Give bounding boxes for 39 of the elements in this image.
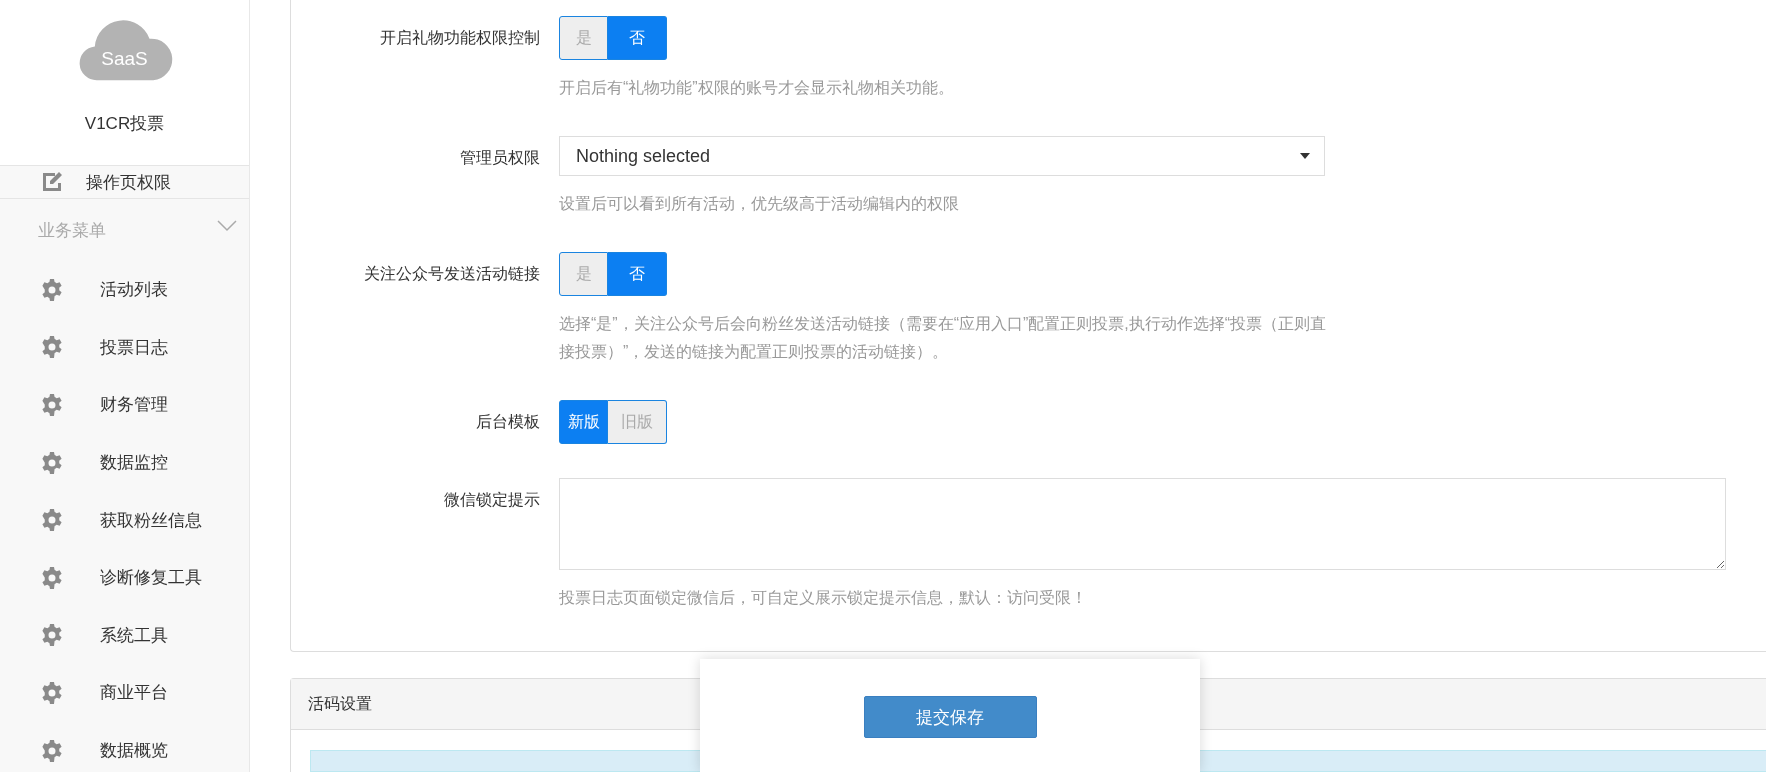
field-label: 管理员权限 <box>459 148 541 168</box>
toggle-option[interactable]: 否 <box>608 16 667 60</box>
app-name: V1CR投票 <box>84 113 165 135</box>
help-text: 开启后有“礼物功能”权限的账号才会显示礼物相关功能。 <box>559 78 955 98</box>
chevron-down-icon[interactable] <box>217 220 237 232</box>
menu-item[interactable]: 系统工具 <box>100 623 168 647</box>
gear-icon <box>40 623 64 648</box>
menu-item[interactable]: 投票日志 <box>100 335 168 359</box>
panel-title: 活码设置 <box>308 693 372 714</box>
select-field[interactable]: Nothing selected <box>559 136 1325 176</box>
edit-icon <box>40 170 64 194</box>
gear-icon <box>40 393 64 417</box>
menu-item[interactable]: 操作页权限 <box>86 170 171 194</box>
gear-icon <box>40 738 64 763</box>
gear-icon <box>40 450 64 475</box>
submit-button[interactable]: 提交保存 <box>863 696 1037 738</box>
field-label: 关注公众号发送活动链接 <box>363 264 541 284</box>
menu-item[interactable]: 活动列表 <box>100 278 168 302</box>
gear-icon <box>40 565 64 590</box>
gear-icon <box>40 335 64 360</box>
caret-icon <box>1300 153 1310 159</box>
menu-item[interactable]: 财务管理 <box>100 393 168 417</box>
toggle-option[interactable]: 新版 <box>559 400 608 444</box>
menu-item[interactable]: 数据概览 <box>100 739 168 763</box>
gear-icon <box>40 277 64 302</box>
menu-item[interactable]: 数据监控 <box>100 451 168 475</box>
menu-item[interactable]: 商业平台 <box>100 681 168 705</box>
menu-item[interactable]: 诊断修复工具 <box>100 566 202 590</box>
help-text: 设置后可以看到所有活动，优先级高于活动编辑内的权限 <box>559 194 960 214</box>
help-text: 选择“是”，关注公众号后会向粉丝发送活动链接（需要在“应用入口”配置正则投票,执行动作选择“投票（正则直接投票）”，发送的链接为配置正则投票的活动链接）。 <box>559 314 1328 362</box>
field-label: 微信锁定提示 <box>443 490 541 510</box>
text-area-field[interactable] <box>559 478 1726 570</box>
field-label: 后台模板 <box>475 412 541 432</box>
field-label: 开启礼物功能权限控制 <box>379 28 541 48</box>
toggle-option[interactable]: 否 <box>608 252 667 296</box>
gear-icon <box>40 508 64 533</box>
gear-icon <box>40 680 64 705</box>
help-text: 投票日志页面锁定微信后，可自定义展示锁定提示信息，默认：访问受限！ <box>559 588 1088 608</box>
menu-item[interactable]: 获取粉丝信息 <box>100 508 202 532</box>
